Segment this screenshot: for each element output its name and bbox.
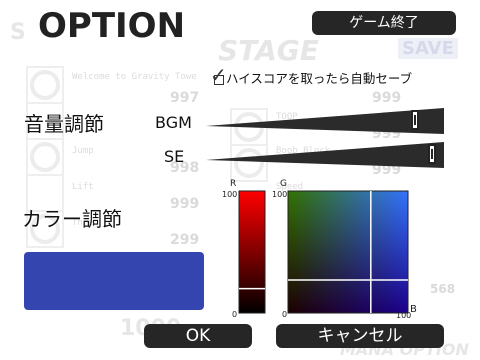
background-list-item: Welcome to Gravity Towe	[72, 72, 197, 82]
se-label: SE	[164, 147, 185, 166]
color-preview-swatch	[24, 252, 204, 310]
background-score: 997	[170, 90, 200, 106]
se-slider-track[interactable]	[206, 142, 444, 168]
volume-sliders	[206, 108, 444, 168]
autosave-checkbox[interactable]: ハイスコアを取ったら自動セーブ	[214, 68, 412, 87]
background-logo: STAGE	[218, 34, 319, 67]
color-picker	[238, 190, 409, 314]
r-axis-label: R	[230, 179, 237, 189]
ok-button[interactable]: OK	[144, 324, 252, 348]
bgm-slider-track[interactable]	[206, 108, 444, 134]
cancel-button[interactable]: キャンセル	[276, 324, 444, 348]
background-s-ghost: S	[10, 20, 26, 45]
r-gradient-bar[interactable]	[238, 190, 266, 314]
color-section-label: カラー調節	[22, 207, 122, 231]
bgm-slider-handle[interactable]	[411, 110, 420, 130]
page-title: OPTION	[38, 6, 186, 46]
se-slider-handle[interactable]	[428, 144, 437, 164]
background-score: 999	[170, 196, 200, 212]
autosave-checkbox-box[interactable]	[214, 74, 224, 85]
background-ring	[30, 142, 60, 172]
autosave-label: ハイスコアを取ったら自動セーブ	[226, 71, 413, 86]
volume-section-label: 音量調節	[24, 112, 104, 136]
background-footer-num: 568	[430, 282, 456, 296]
quit-game-button[interactable]: ゲーム終了	[312, 11, 456, 35]
background-score: 299	[170, 232, 200, 248]
background-list-item: Jump	[72, 146, 94, 156]
background-score-right: 999	[372, 90, 402, 106]
r-min-label: 0	[232, 310, 238, 319]
bgm-label: BGM	[155, 113, 192, 132]
gb-gradient-square-blue[interactable]	[288, 191, 408, 313]
r-max-label: 100	[222, 190, 238, 199]
background-save-label: SAVE	[398, 38, 458, 59]
g-axis-label: G	[280, 179, 287, 189]
background-ring	[30, 70, 60, 100]
background-list-item: Lift	[72, 182, 94, 192]
